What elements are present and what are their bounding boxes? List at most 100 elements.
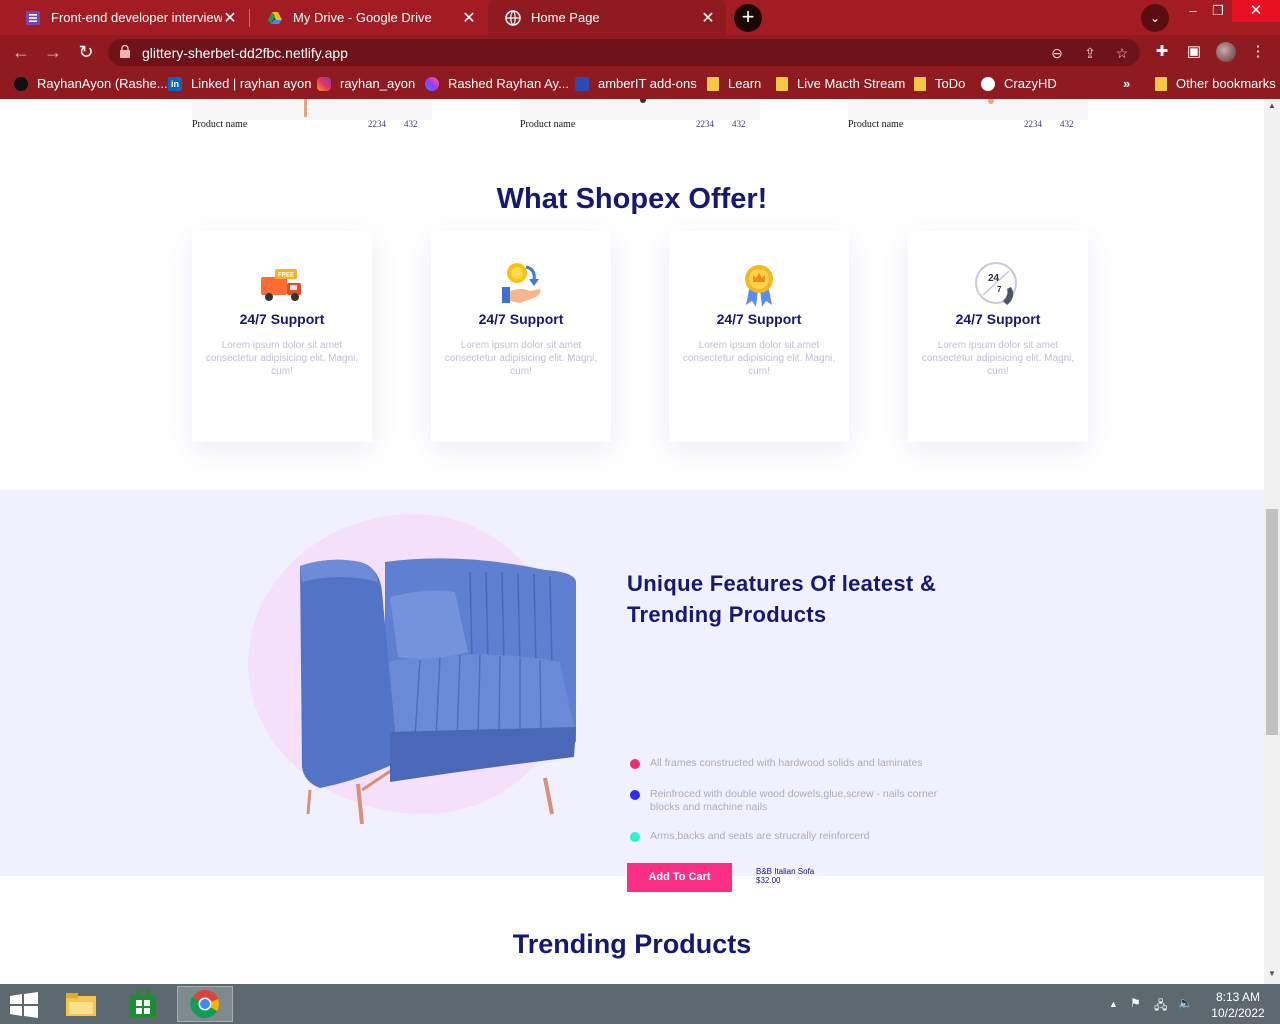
bookmark-label: Live Macth Stream (797, 76, 906, 91)
bookmarks-overflow-chevron-icon[interactable]: » (1123, 76, 1130, 91)
bookmark-label: Other bookmarks (1176, 76, 1276, 91)
bookmark-folder-live-match[interactable]: Live Macth Stream (776, 76, 905, 91)
zoom-icon[interactable]: ⊖ (1048, 44, 1066, 62)
profile-avatar[interactable] (1216, 42, 1236, 62)
bookmark-label: ToDo (935, 76, 966, 91)
bookmark-amberit[interactable]: amberIT add-ons (575, 76, 697, 91)
bookmark-folder-todo[interactable]: ToDo (914, 76, 965, 91)
bookmark-label: Linked | rayhan ayon (191, 76, 312, 91)
product-name: Product name (520, 119, 576, 130)
product-info: B&B Italian Sofa $32.00 (756, 867, 814, 885)
feature-title: Unique Features Of leatest & Trending Pr… (627, 571, 937, 627)
system-clock[interactable]: 8:13 AM 10/2/2022 (1206, 989, 1270, 1021)
blue-armchair-image (300, 558, 576, 825)
tab-home-page[interactable]: Home Page ✕ (488, 0, 726, 35)
bookmark-star-icon[interactable]: ☆ (1113, 44, 1131, 62)
product-price: $32.00 (756, 876, 781, 885)
clock-time: 8:13 AM (1215, 990, 1261, 1004)
bookmark-instagram[interactable]: rayhan_ayon (317, 76, 415, 91)
windows-start-icon[interactable] (10, 992, 38, 1018)
offer-card: 24/7 Support Lorem ipsum dolor sit amet … (431, 231, 611, 442)
product-card[interactable] (192, 99, 432, 120)
product-image-fragment (640, 99, 646, 103)
reload-icon[interactable]: ↻ (75, 41, 97, 63)
bookmark-label: rayhan_ayon (340, 76, 416, 91)
network-icon[interactable]: 🖧 (1154, 996, 1167, 1017)
other-bookmarks[interactable]: Other bookmarks (1155, 76, 1276, 91)
url-text: glittery-sherbet-dd2fbc.netlify.app (142, 45, 348, 61)
file-explorer-icon[interactable] (53, 986, 109, 1022)
tab-title: Front-end developer interview as (51, 10, 222, 25)
offer-card-description: Lorem ipsum dolor sit amet consectetur a… (921, 340, 1075, 377)
address-bar[interactable]: glittery-sherbet-dd2fbc.netlify.app ⊖ ⇪ … (108, 39, 1140, 66)
product-price: 2234 (1024, 119, 1042, 129)
scroll-up-arrow-icon[interactable]: ▲ (1264, 101, 1280, 110)
chrome-icon[interactable] (177, 986, 233, 1022)
messenger-icon (425, 76, 439, 91)
product-old-price: 432 (732, 119, 746, 129)
forward-arrow-icon[interactable]: → (42, 41, 64, 63)
instagram-icon (317, 76, 331, 91)
svg-text:FREE: FREE (278, 273, 294, 279)
bookmark-linkedin[interactable]: in Linked | rayhan ayon (168, 76, 311, 91)
offer-card-title: 24/7 Support (716, 311, 802, 327)
back-arrow-icon[interactable]: ← (10, 41, 32, 63)
offer-card-description: Lorem ipsum dolor sit amet consectetur a… (205, 340, 359, 377)
product-card[interactable] (520, 99, 760, 120)
offer-card-title: 24/7 Support (239, 311, 325, 327)
feature-item-text: Arms,backs and seats are strucrally rein… (650, 830, 870, 842)
share-icon[interactable]: ⇪ (1081, 44, 1099, 62)
window-close-icon[interactable]: ✕ (1232, 0, 1280, 22)
product-card[interactable] (848, 99, 1088, 120)
svg-text:7: 7 (997, 285, 1002, 294)
scrollbar-thumb[interactable] (1266, 509, 1278, 735)
bookmark-label: Learn (728, 76, 762, 91)
product-name: B&B Italian Sofa (756, 867, 815, 876)
offer-card: 24 7 24/7 Support Lorem ipsum dolor sit … (908, 231, 1088, 442)
page-viewport: Product name 2234 432 Product name 2234 … (0, 99, 1264, 984)
action-center-flag-icon[interactable]: ⚑ (1130, 996, 1141, 1010)
close-tab-icon[interactable]: ✕ (222, 8, 238, 28)
clock-date: 10/2/2022 (1211, 1006, 1265, 1020)
offer-card-title: 24/7 Support (478, 311, 564, 327)
close-tab-icon[interactable]: ✕ (461, 8, 477, 28)
product-old-price: 432 (1060, 119, 1074, 129)
restore-icon[interactable]: ❐ (1203, 0, 1233, 22)
unique-features-section: Unique Features Of leatest & Trending Pr… (0, 490, 1264, 892)
bullet-dot (630, 832, 640, 842)
new-tab-plus-icon[interactable]: + (734, 4, 762, 32)
scroll-down-arrow-icon[interactable]: ▼ (1264, 969, 1280, 978)
github-icon (14, 76, 28, 91)
tab-google-drive[interactable]: My Drive - Google Drive ✕ (250, 0, 487, 35)
offer-card: 24/7 Support Lorem ipsum dolor sit amet … (669, 231, 849, 442)
tab-search-chevron-icon[interactable]: ⌄ (1141, 4, 1169, 32)
close-tab-icon[interactable]: ✕ (700, 8, 716, 28)
amberit-icon (575, 76, 589, 91)
side-panel-icon[interactable]: ▣ (1185, 43, 1203, 61)
bookmark-crazyhd[interactable]: CrazyHD (981, 76, 1057, 91)
extensions-puzzle-icon[interactable]: ✚ (1153, 43, 1171, 61)
bookmark-folder-learn[interactable]: Learn (707, 76, 761, 91)
bookmark-github[interactable]: RayhanAyon (Rashe... (14, 76, 168, 91)
windows-taskbar: ▲ ⚑ 🖧 🔈 8:13 AM 10/2/2022 (0, 984, 1280, 1024)
feature-item: Arms,backs and seats are strucrally rein… (630, 830, 940, 843)
page-scrollbar[interactable]: ▲ ▼ (1264, 99, 1280, 984)
tab-interview[interactable]: Front-end developer interview as ✕ (8, 0, 248, 35)
forms-icon (25, 10, 41, 26)
feature-item: Reinfroced with double wood dowels,glue,… (630, 788, 940, 814)
linkedin-icon: in (168, 76, 182, 91)
store-icon[interactable] (115, 986, 171, 1022)
bookmark-messenger[interactable]: Rashed Rayhan Ay... (425, 76, 569, 91)
add-to-cart-button[interactable]: Add To Cart (627, 863, 732, 892)
tab-title: Home Page (531, 10, 600, 25)
menu-kebab-icon[interactable]: ⋮ (1249, 43, 1267, 61)
offer-card-description: Lorem ipsum dolor sit amet consectetur a… (682, 340, 836, 377)
feature-item-text: Reinfroced with double wood dowels,glue,… (650, 788, 938, 813)
support-24-7-icon: 24 7 (975, 262, 1017, 305)
folder-icon (1155, 76, 1167, 91)
volume-icon[interactable]: 🔈 (1178, 996, 1193, 1010)
offer-card: FREE 24/7 Support Lorem ipsum dolor sit … (192, 231, 372, 442)
bookmark-label: amberIT add-ons (598, 76, 697, 91)
show-hidden-icons-chevron-icon[interactable]: ▲ (1109, 999, 1118, 1009)
product-price: 2234 (696, 119, 714, 129)
